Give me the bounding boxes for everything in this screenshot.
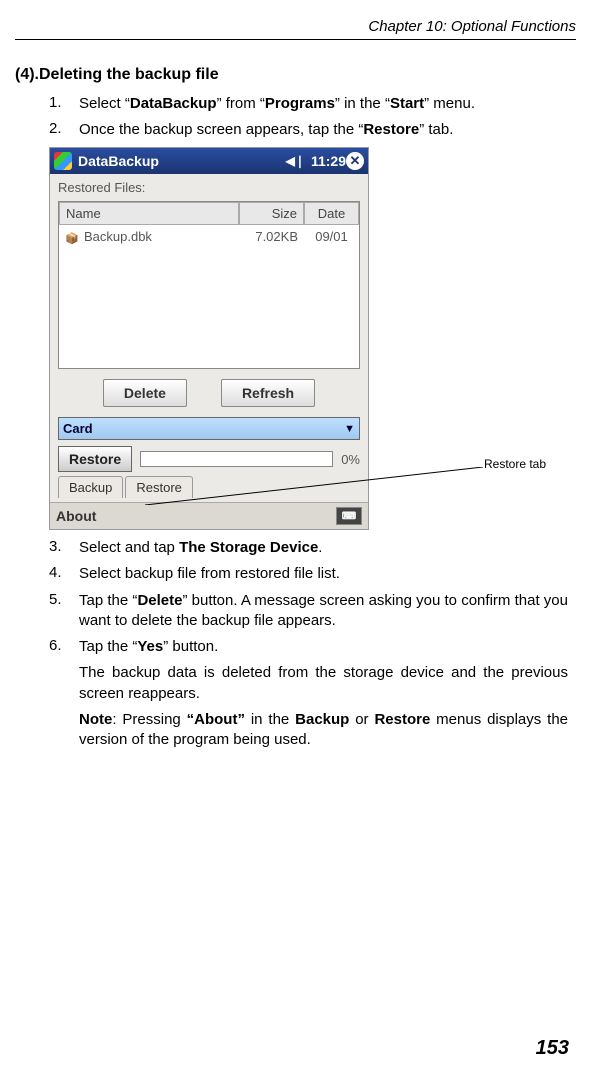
list-item[interactable]: Backup.dbk 7.02KB 09/01 <box>59 225 359 249</box>
step-3: Select and tap The Storage Device. <box>79 538 568 558</box>
step-number-5: 5. <box>49 591 79 632</box>
tab-restore[interactable]: Restore <box>125 476 193 498</box>
text: ” in the “ <box>335 95 390 112</box>
keyboard-icon[interactable]: ⌨ <box>336 507 362 525</box>
text: Once the backup screen appears, tap the … <box>79 121 363 138</box>
start-term: Start <box>390 95 424 112</box>
step-2: Once the backup screen appears, tap the … <box>79 120 568 140</box>
refresh-button[interactable]: Refresh <box>221 379 315 407</box>
column-size[interactable]: Size <box>239 202 304 225</box>
note-paragraph: Note: Pressing “About” in the Backup or … <box>79 710 568 751</box>
dropdown-value: Card <box>63 421 93 436</box>
file-list[interactable]: Name Size Date Backup.dbk 7.02KB 09/01 <box>58 201 360 370</box>
page-number: 153 <box>536 1037 569 1060</box>
restore-menu-term: Restore <box>374 711 430 728</box>
progress-bar <box>140 451 333 467</box>
text: in the <box>245 711 295 728</box>
title-bar: DataBackup ◀❘ 11:29 ✕ <box>50 148 368 174</box>
embedded-screenshot: DataBackup ◀❘ 11:29 ✕ Restored Files: Na… <box>49 147 549 531</box>
column-date[interactable]: Date <box>304 202 359 225</box>
step-5: Tap the “Delete” button. A message scree… <box>79 591 568 632</box>
step-6: Tap the “Yes” button. <box>79 637 568 657</box>
file-date: 09/01 <box>304 227 359 247</box>
delete-button[interactable]: Delete <box>103 379 187 407</box>
text: ” tab. <box>419 121 453 138</box>
text: . <box>318 539 322 556</box>
restore-button[interactable]: Restore <box>58 446 132 472</box>
volume-icon[interactable]: ◀❘ <box>286 154 305 168</box>
note-label: Note <box>79 711 112 728</box>
databackup-term: DataBackup <box>130 95 217 112</box>
text: : Pressing <box>112 711 186 728</box>
yes-term: Yes <box>137 638 163 655</box>
start-icon[interactable] <box>54 152 72 170</box>
text: Select “ <box>79 95 130 112</box>
delete-term: Delete <box>137 592 182 609</box>
callout-label: Restore tab <box>484 457 546 471</box>
step-1: Select “DataBackup” from “Programs” in t… <box>79 94 568 114</box>
about-term: “About” <box>187 711 245 728</box>
chapter-header: Chapter 10: Optional Functions <box>15 18 576 40</box>
text: ” button. <box>163 638 218 655</box>
text: Tap the “ <box>79 638 137 655</box>
text: Select and tap <box>79 539 179 556</box>
step-6-paragraph: The backup data is deleted from the stor… <box>79 663 568 704</box>
file-name: Backup.dbk <box>84 229 152 244</box>
file-icon <box>65 230 81 244</box>
storage-device-term: The Storage Device <box>179 539 318 556</box>
text: ” from “ <box>217 95 265 112</box>
chevron-down-icon: ▼ <box>344 423 355 435</box>
step-number-4: 4. <box>49 564 79 584</box>
section-title: (4).Deleting the backup file <box>15 66 576 84</box>
programs-term: Programs <box>265 95 335 112</box>
backup-term: Backup <box>295 711 349 728</box>
restore-term: Restore <box>363 121 419 138</box>
app-title: DataBackup <box>78 153 159 169</box>
restored-files-label: Restored Files: <box>58 180 360 195</box>
step-4: Select backup file from restored file li… <box>79 564 568 584</box>
step-number-1: 1. <box>49 94 79 114</box>
clock: 11:29 <box>311 153 346 169</box>
text: ” menu. <box>424 95 475 112</box>
close-icon[interactable]: ✕ <box>346 152 364 170</box>
step-number-6: 6. <box>49 637 79 657</box>
file-size: 7.02KB <box>239 227 304 247</box>
progress-percent: 0% <box>341 452 360 467</box>
column-name[interactable]: Name <box>59 202 239 225</box>
storage-dropdown[interactable]: Card ▼ <box>58 417 360 440</box>
text: Tap the “ <box>79 592 137 609</box>
step-number-3: 3. <box>49 538 79 558</box>
step-number-2: 2. <box>49 120 79 140</box>
about-menu[interactable]: About <box>56 508 96 524</box>
tab-backup[interactable]: Backup <box>58 476 123 498</box>
text: or <box>349 711 374 728</box>
